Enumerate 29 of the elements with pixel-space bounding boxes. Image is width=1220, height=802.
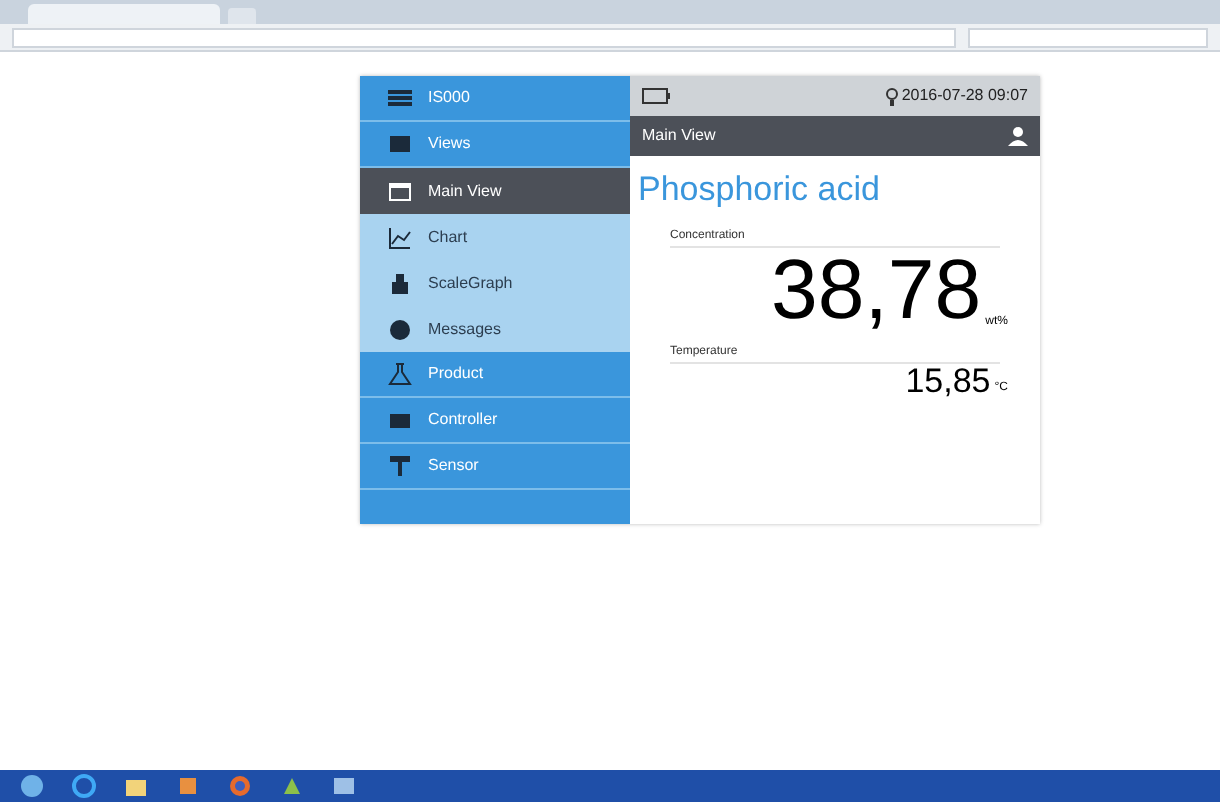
app-title: IS000 bbox=[428, 86, 470, 110]
browser-icon[interactable] bbox=[72, 774, 96, 798]
calendar-icon bbox=[388, 179, 412, 203]
view-title: Main View bbox=[642, 124, 716, 148]
monitor-icon bbox=[388, 132, 412, 156]
flask-icon bbox=[388, 362, 412, 386]
reading-value: 15,85 bbox=[905, 363, 991, 397]
controller-icon bbox=[388, 408, 412, 432]
reading-value: 38,78 bbox=[771, 247, 982, 331]
folder-icon[interactable] bbox=[124, 774, 148, 798]
address-field[interactable] bbox=[12, 27, 956, 47]
bulb-icon bbox=[885, 87, 898, 105]
start-icon[interactable] bbox=[20, 774, 44, 798]
battery-icon bbox=[642, 88, 670, 104]
sidebar-item[interactable]: Chart bbox=[360, 214, 630, 260]
user-icon[interactable] bbox=[1008, 126, 1028, 146]
app-icon[interactable] bbox=[280, 774, 304, 798]
sensor-icon bbox=[388, 454, 412, 478]
sidebar-item[interactable]: Messages bbox=[360, 306, 630, 352]
date-time: 2016-07-28 09:07 bbox=[901, 84, 1028, 108]
search-field[interactable] bbox=[968, 27, 1208, 47]
product-heading: Phosphoric acid bbox=[636, 168, 882, 212]
window-icon[interactable] bbox=[332, 774, 356, 798]
media-icon[interactable] bbox=[176, 774, 200, 798]
sidebar-item[interactable]: Main View bbox=[360, 168, 630, 214]
menu-icon[interactable] bbox=[388, 86, 412, 110]
sidebar-item[interactable]: ScaleGraph bbox=[360, 260, 630, 306]
chart-icon bbox=[388, 225, 412, 249]
message-icon bbox=[388, 317, 412, 341]
